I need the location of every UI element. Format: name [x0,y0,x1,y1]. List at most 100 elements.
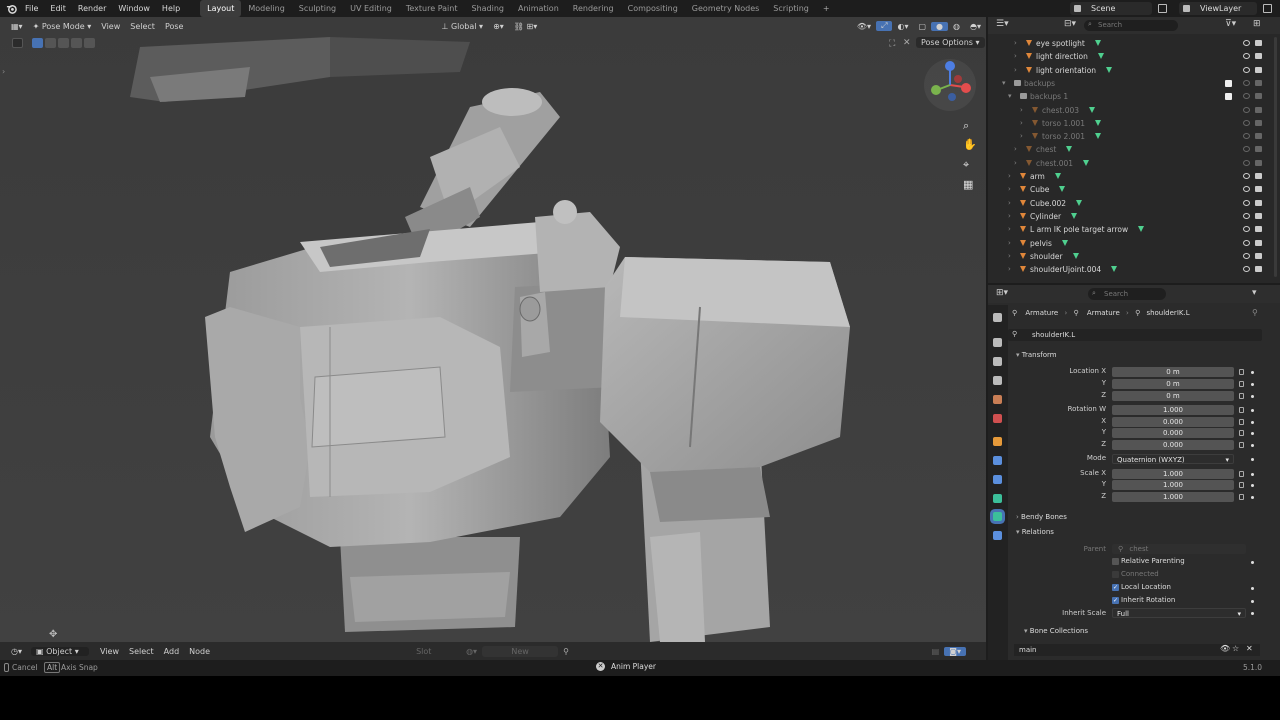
outliner-row[interactable]: › torso 1.001 [988,117,1280,130]
tab-uv-editing[interactable]: UV Editing [343,0,399,17]
select-subtract-mode-icon[interactable] [58,38,69,48]
render-camera-icon[interactable] [1255,40,1262,46]
new-view-layer-icon[interactable] [1263,4,1272,13]
bone-collection-remove-icon[interactable]: ✕ [1246,644,1253,653]
shader-menu-select[interactable]: Select [124,647,159,656]
pin-material-icon[interactable]: ⚲ [558,647,574,656]
menu-help[interactable]: Help [156,0,186,17]
viewport-menu-pose[interactable]: Pose [160,22,189,31]
pin-icon[interactable]: ⚲ [1252,308,1258,317]
menu-file[interactable]: File [19,0,44,17]
expand-chevron-icon[interactable]: ▾ [1008,90,1012,103]
outliner-row[interactable]: › light direction [988,50,1280,63]
rotation-y-field[interactable]: 0.000 [1112,428,1234,438]
location-y-field[interactable]: 0 m [1112,379,1234,389]
viewport-menu-view[interactable]: View [96,22,125,31]
backdrop-toggle-icon[interactable]: ◙▾ [944,646,966,656]
keyframe-dot-icon[interactable] [1251,458,1254,461]
filter-icon[interactable]: ⊽▾ [1225,19,1236,29]
visibility-eye-icon[interactable] [1243,186,1250,193]
viewport-menu-select[interactable]: Select [125,22,160,31]
visibility-eye-icon[interactable] [1243,159,1250,166]
inherit-scale-keyframe-dot[interactable] [1251,612,1254,615]
shader-menu-view[interactable]: View [95,647,124,656]
properties-editor-icon[interactable]: ⊞▾ [996,288,1008,298]
render-camera-icon[interactable] [1255,133,1262,140]
editor-type-icon[interactable]: ▦▾ [6,22,28,31]
render-camera-icon[interactable] [1255,79,1262,86]
new-collection-icon[interactable]: ⊞ [1253,19,1261,29]
orthographic-toggle-icon[interactable]: ▦ [963,178,973,191]
render-camera-icon[interactable] [1255,119,1262,126]
lock-icon[interactable] [1239,442,1244,448]
render-camera-icon[interactable] [1255,199,1262,206]
render-tab-icon[interactable] [993,338,1002,347]
outliner-row[interactable]: › pelvis [988,237,1280,250]
shading-solid-icon[interactable]: ● [931,21,949,31]
outliner-row[interactable]: ▾ backups [988,77,1280,90]
transform-orientation-dropdown[interactable]: ⊥ Global ▾ [436,22,488,31]
tab-rendering[interactable]: Rendering [566,0,621,17]
expand-chevron-icon[interactable]: › [1020,117,1023,130]
render-camera-icon[interactable] [1255,239,1262,246]
select-extend-mode-icon[interactable] [45,38,56,48]
visibility-eye-icon[interactable] [1243,252,1250,259]
properties-search-input[interactable]: ⌕ Search [1088,288,1166,300]
relative-parenting-keyframe-dot[interactable] [1251,561,1254,564]
visibility-eye-icon[interactable] [1243,119,1250,126]
outliner-row[interactable]: › chest [988,143,1280,156]
close-anim-player-icon[interactable]: ✕ [596,662,605,671]
camera-view-icon[interactable]: ⌖ [963,158,969,172]
outliner-row[interactable]: › L arm IK pole target arrow [988,223,1280,236]
keyframe-dot-icon[interactable] [1251,432,1254,435]
physics-tab-icon[interactable] [993,475,1002,484]
pose-options-button[interactable]: Pose Options ▾ [916,37,985,48]
menu-window[interactable]: Window [112,0,156,17]
object-tab-icon[interactable] [993,437,1002,446]
expand-chevron-icon[interactable]: › [1014,143,1017,156]
scene-selector[interactable]: Scene [1070,2,1152,15]
outliner-row[interactable]: › shoulder [988,250,1280,263]
location-z-field[interactable]: 0 m [1112,391,1234,401]
lock-icon[interactable] [1239,430,1244,436]
sidebar-toggle-icon[interactable]: › [2,67,5,76]
tab-geometry-nodes[interactable]: Geometry Nodes [685,0,766,17]
render-camera-icon[interactable] [1255,266,1262,273]
outliner-row[interactable]: › Cube [988,183,1280,196]
menu-render[interactable]: Render [72,0,112,17]
tab-texture-paint[interactable]: Texture Paint [399,0,465,17]
rotation-w-field[interactable]: 1.000 [1112,405,1234,415]
location-x-field[interactable]: 0 m [1112,367,1234,377]
3d-viewport[interactable]: ▦▾ ✦ Pose Mode ▾ View Select Pose ⊥ Glob… [0,17,986,642]
tab-scripting[interactable]: Scripting [766,0,816,17]
lock-icon[interactable] [1239,482,1244,488]
view-layer-tab-icon[interactable] [993,376,1002,385]
expand-chevron-icon[interactable]: › [1014,37,1017,50]
view-layer-selector[interactable]: ViewLayer [1179,2,1257,15]
visibility-eye-icon[interactable] [1243,93,1250,100]
visibility-eye-icon[interactable] [1243,266,1250,273]
expand-chevron-icon[interactable]: › [1008,237,1011,250]
shading-rendered-icon[interactable]: ◓▾ [965,22,986,31]
tab-compositing[interactable]: Compositing [621,0,685,17]
keyframe-dot-icon[interactable] [1251,444,1254,447]
bendy-bones-section-header[interactable]: › Bendy Bones [1016,513,1067,521]
lock-icon[interactable] [1239,494,1244,500]
rotation-x-field[interactable]: 0.000 [1112,417,1234,427]
expand-chevron-icon[interactable]: › [1014,157,1017,170]
outliner-editor-icon[interactable]: ☰▾ [996,19,1009,29]
keyframe-dot-icon[interactable] [1251,383,1254,386]
expand-chevron-icon[interactable]: › [1008,170,1011,183]
snap-toggle-icon[interactable]: ▤ [927,647,945,656]
expand-chevron-icon[interactable]: › [1020,104,1023,117]
exclude-checkbox[interactable] [1225,79,1232,87]
editor-type-icon[interactable]: ◷▾ [6,647,27,656]
render-camera-icon[interactable] [1255,252,1262,259]
expand-chevron-icon[interactable]: › [1008,197,1011,210]
keyframe-dot-icon[interactable] [1251,473,1254,476]
gizmo-visibility-icon[interactable]: 👁▾ [852,22,876,31]
object-data-tab-icon[interactable] [993,494,1002,503]
render-camera-icon[interactable] [1255,93,1262,100]
render-camera-icon[interactable] [1255,186,1262,193]
shader-menu-add[interactable]: Add [159,647,185,656]
